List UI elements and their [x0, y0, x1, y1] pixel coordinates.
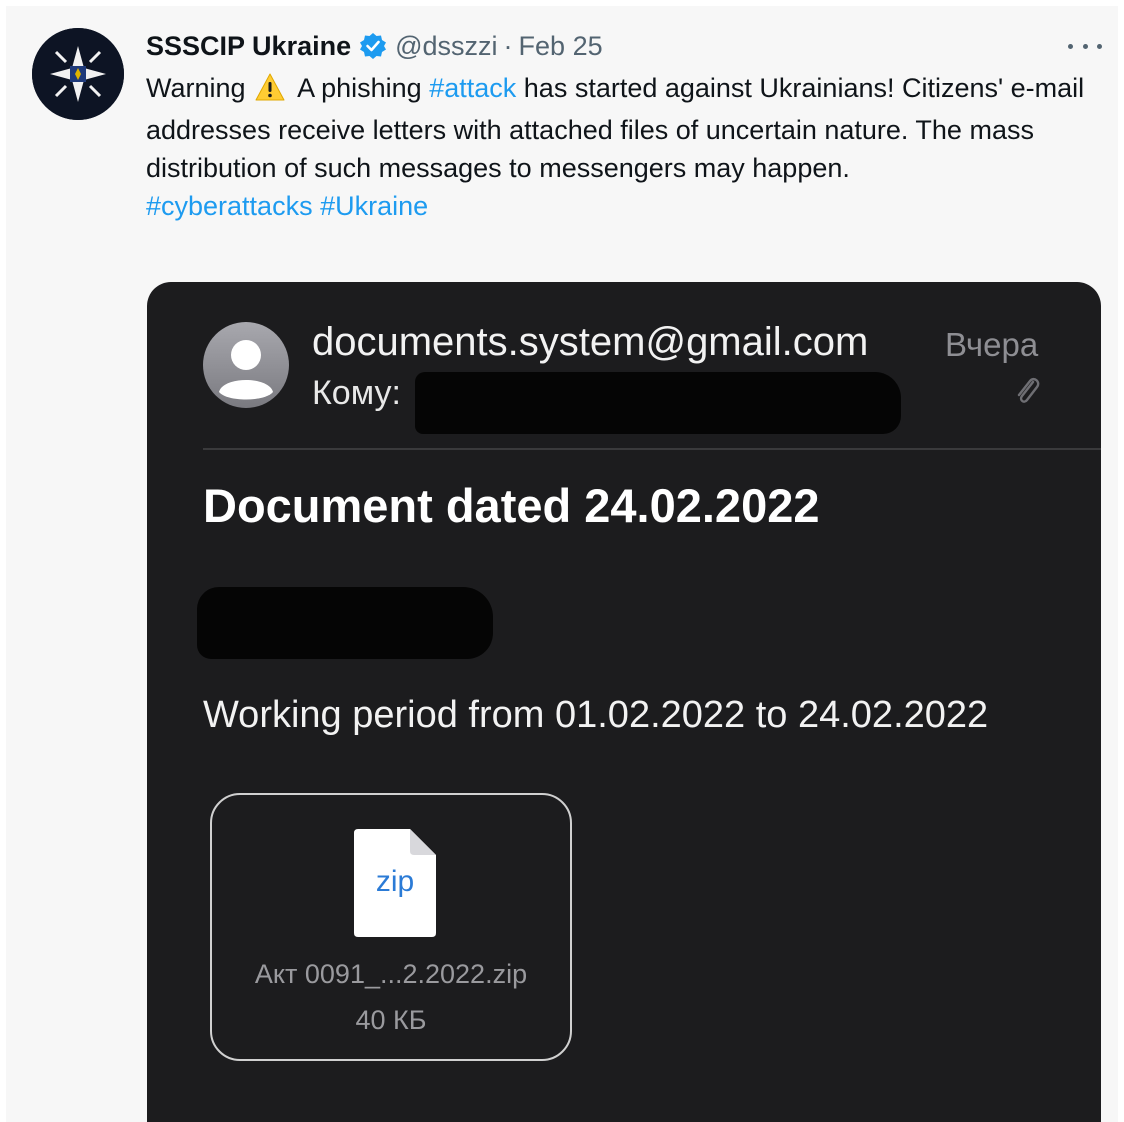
email-recipient-label: Кому:	[312, 374, 401, 412]
redaction-recipient	[415, 372, 901, 434]
header-separator: ·	[503, 30, 513, 61]
email-date: Вчера	[945, 326, 1039, 363]
attachment-filename: Акт 0091_...2.2022.zip	[254, 959, 528, 989]
verified-badge-icon	[359, 32, 387, 60]
paperclip-icon	[1013, 374, 1043, 415]
ssscip-logo-icon	[32, 28, 124, 120]
tweet-media-image[interactable]: documents.system@gmail.com Кому: Вчера D…	[147, 282, 1101, 1122]
zip-attachment[interactable]: zip Акт 0091_...2.2022.zip 40 КБ	[210, 793, 572, 1061]
email-subject: Document dated 24.02.2022	[203, 479, 820, 532]
tweet-text-part2: has started against Ukrainians! Citizens…	[146, 73, 1085, 183]
tweet-date[interactable]: Feb 25	[519, 31, 603, 62]
email-header-divider	[203, 448, 1101, 450]
email-sender: documents.system@gmail.com	[312, 320, 869, 364]
email-body-text: Working period from 01.02.2022 to 24.02.…	[203, 694, 989, 736]
author-handle[interactable]: @dsszzi	[395, 31, 497, 62]
tweet-text-part1: A phishing	[297, 73, 422, 103]
contact-avatar-icon	[203, 322, 289, 408]
attachment-size: 40 КБ	[355, 1005, 427, 1035]
hashtag-cyberattacks-link[interactable]: #cyberattacks	[146, 191, 313, 221]
author-avatar[interactable]	[32, 28, 124, 120]
tweet-text: Warning A phishing #attack has started a…	[146, 69, 1096, 225]
redaction-body	[197, 587, 493, 659]
hashtag-attack-link[interactable]: #attack	[429, 73, 516, 103]
tweet-header: SSSCIP Ukraine @dsszzi · Feb 25	[146, 30, 603, 62]
author-name[interactable]: SSSCIP Ukraine	[146, 31, 351, 62]
more-options-icon[interactable]	[1068, 36, 1102, 56]
warning-sign-icon	[255, 73, 285, 111]
tweet-card[interactable]: SSSCIP Ukraine @dsszzi · Feb 25 Warning …	[6, 6, 1118, 1122]
hashtag-ukraine-link[interactable]: #Ukraine	[320, 191, 428, 221]
warning-word: Warning	[146, 73, 246, 103]
attachment-type-label: zip	[375, 865, 415, 898]
